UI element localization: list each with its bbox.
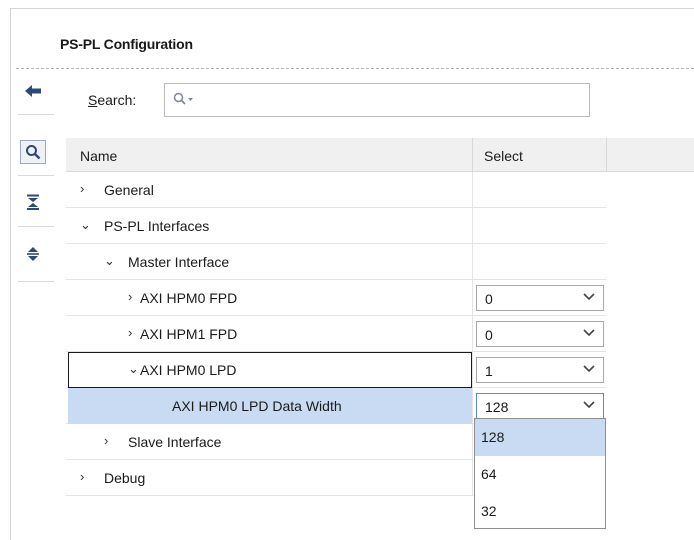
table-header: Name Select [66,138,694,172]
row-label: General [104,182,154,198]
panel-left-border [10,8,11,540]
column-header-name[interactable]: Name [80,148,117,164]
cell-divider [472,208,473,244]
cell-divider [472,388,473,424]
dropdown-option-128[interactable]: 128 [475,419,605,456]
panel-divider [16,68,694,69]
expand-all-icon[interactable] [20,242,46,266]
chevron-down-icon [583,397,595,414]
tree-row-axi-hpm0-lpd[interactable]: ⌄ AXI HPM0 LPD 1 [66,352,606,388]
panel-title: PS-PL Configuration [60,36,193,52]
row-label: AXI HPM0 FPD [140,290,238,306]
select-value: 1 [485,363,493,379]
row-label: AXI HPM0 LPD [140,362,237,378]
search-label: Search: [88,92,137,108]
axi-hpm1-fpd-select[interactable]: 0 [476,321,604,347]
cell-divider [472,280,473,316]
dropdown-option-64[interactable]: 64 [475,456,605,493]
cell-divider [472,172,473,208]
chevron-right-icon[interactable]: › [80,181,84,196]
chevron-right-icon[interactable]: › [128,289,132,304]
row-label: AXI HPM1 FPD [140,326,238,342]
chevron-down-icon[interactable]: ⌄ [128,361,139,377]
axi-hpm0-lpd-select[interactable]: 1 [476,357,604,383]
magnifier-icon[interactable] [20,140,46,164]
select-value: 128 [485,399,509,415]
chevron-down-icon[interactable]: ⌄ [104,253,115,269]
search-input[interactable] [164,83,590,117]
row-label: Slave Interface [128,434,222,450]
column-header-select[interactable]: Select [484,148,523,164]
chevron-right-icon[interactable]: › [128,325,132,340]
chevron-right-icon[interactable]: › [104,433,108,448]
toolbar-separator [18,226,54,227]
toolbar-separator [18,114,54,115]
tree-row-axi-hpm0-fpd[interactable]: › AXI HPM0 FPD 0 [66,280,606,316]
search-icon [173,92,195,109]
toolbar-separator [18,175,54,176]
select-value: 0 [485,327,493,343]
row-label: PS-PL Interfaces [104,218,210,234]
cell-divider [472,316,473,352]
chevron-down-icon[interactable]: ⌄ [80,217,91,233]
select-value: 0 [485,291,493,307]
dropdown-option-32[interactable]: 32 [475,493,605,530]
row-label: Master Interface [128,254,230,270]
chevron-down-icon [583,325,595,342]
tree-row-ps-pl-interfaces[interactable]: ⌄ PS-PL Interfaces [66,208,606,244]
collapse-all-icon[interactable] [20,190,46,214]
panel-top-border [10,8,694,9]
cell-divider [472,244,473,280]
cell-divider [472,424,473,460]
chevron-down-icon [583,289,595,306]
column-divider[interactable] [606,138,607,172]
chevron-down-icon [583,361,595,378]
data-width-dropdown-list: 128 64 32 [474,418,606,529]
cell-divider [472,460,473,496]
chevron-right-icon[interactable]: › [80,469,84,484]
data-width-select[interactable]: 128 [476,393,604,419]
cell-divider [472,352,473,388]
tree-row-master-interface[interactable]: ⌄ Master Interface [66,244,606,280]
column-divider[interactable] [472,138,473,172]
tree-row-general[interactable]: › General [66,172,606,208]
row-label: AXI HPM0 LPD Data Width [172,398,342,414]
toolbar-separator [18,281,54,282]
row-label: Debug [104,470,146,486]
tree-row-axi-hpm1-fpd[interactable]: › AXI HPM1 FPD 0 [66,316,606,352]
arrow-left-icon[interactable] [20,79,46,103]
axi-hpm0-fpd-select[interactable]: 0 [476,285,604,311]
